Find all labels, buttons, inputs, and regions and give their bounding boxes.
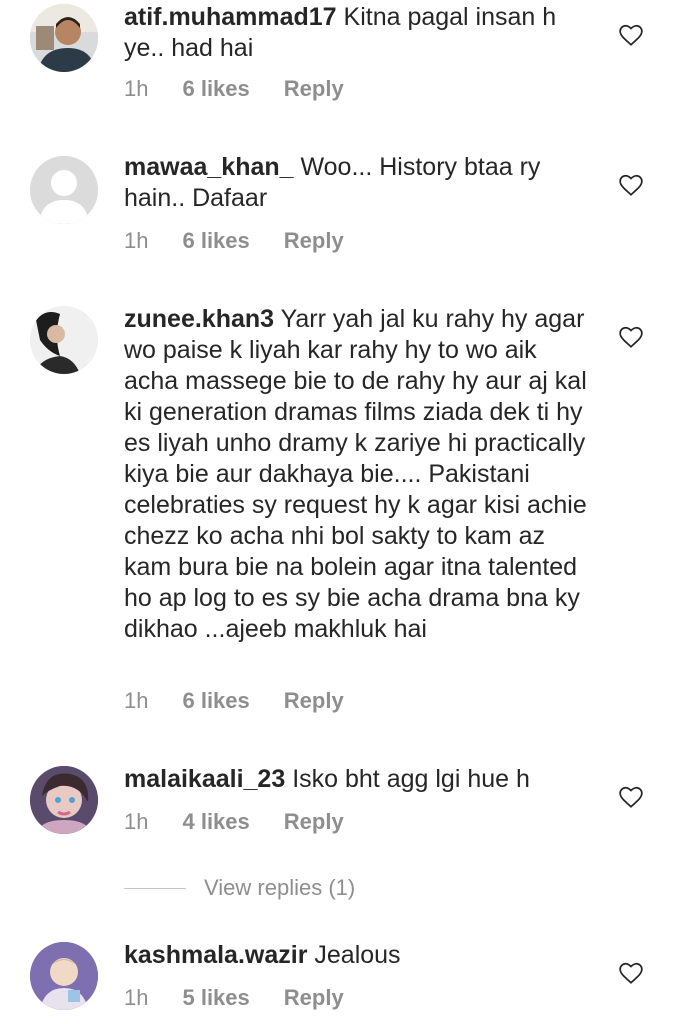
reply-button[interactable]: Reply (284, 809, 344, 835)
reply-button[interactable]: Reply (284, 985, 344, 1011)
comment-username[interactable]: zunee.khan3 (124, 305, 274, 333)
heart-outline-icon[interactable] (618, 172, 644, 198)
comment-likes[interactable]: 6 likes (182, 76, 249, 102)
divider (124, 887, 186, 889)
comment-likes[interactable]: 5 likes (182, 985, 249, 1011)
avatar[interactable] (30, 156, 98, 224)
avatar[interactable] (30, 4, 98, 72)
comment-message: Isko bht agg lgi hue h (292, 765, 530, 793)
heart-outline-icon[interactable] (618, 960, 644, 986)
heart-outline-icon[interactable] (618, 22, 644, 48)
reply-button[interactable]: Reply (284, 688, 344, 714)
view-replies-button[interactable]: View replies (1) (124, 875, 356, 900)
comment-time: 1h (124, 228, 149, 253)
avatar[interactable] (30, 766, 98, 834)
comment-username[interactable]: mawaa_khan_ (124, 153, 294, 181)
reply-button[interactable]: Reply (284, 76, 344, 102)
avatar[interactable] (30, 306, 98, 374)
comment-username[interactable]: malaikaali_23 (124, 765, 285, 793)
comment-username[interactable]: kashmala.wazir (124, 941, 307, 969)
comment-likes[interactable]: 6 likes (182, 688, 249, 714)
view-replies-label: View replies (1) (204, 875, 356, 900)
comment-text: zunee.khan3 Yarr yah jal ku rahy hy agar… (124, 304, 594, 645)
comment-text: kashmala.wazir Jealous (124, 940, 594, 971)
comment-text: malaikaali_23 Isko bht agg lgi hue h (124, 764, 594, 795)
comment-time: 1h (124, 76, 149, 101)
comment-time: 1h (124, 985, 149, 1010)
comment-text: atif.muhammad17 Kitna pagal insan h ye..… (124, 2, 594, 64)
comment-likes[interactable]: 6 likes (182, 228, 249, 254)
comment-likes[interactable]: 4 likes (182, 809, 249, 835)
comment-message: Yarr yah jal ku rahy hy agar wo paise k … (124, 305, 587, 643)
comment-message: Jealous (314, 941, 401, 969)
comment-time: 1h (124, 809, 149, 834)
avatar[interactable] (30, 942, 98, 1010)
comment-time: 1h (124, 688, 149, 713)
reply-button[interactable]: Reply (284, 228, 344, 254)
heart-outline-icon[interactable] (618, 324, 644, 350)
comment-username[interactable]: atif.muhammad17 (124, 3, 337, 31)
comment-text: mawaa_khan_ Woo... History btaa ry hain.… (124, 152, 594, 214)
heart-outline-icon[interactable] (618, 784, 644, 810)
